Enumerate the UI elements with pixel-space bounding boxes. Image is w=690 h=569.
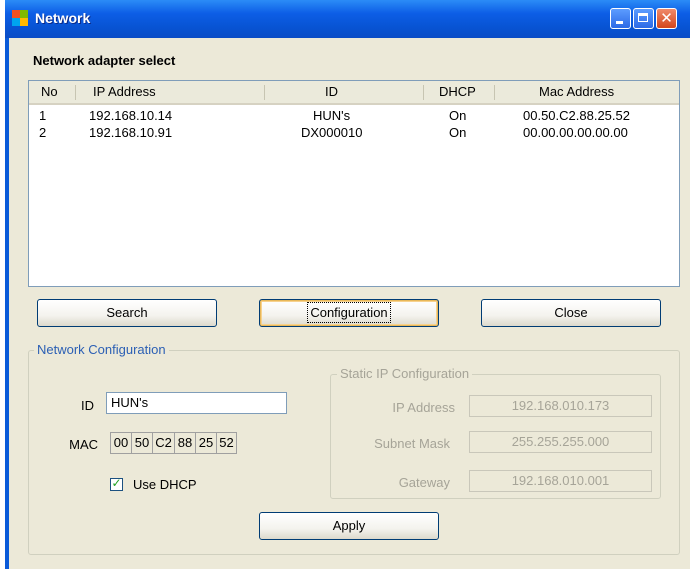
close-window-button[interactable]: ✕ — [656, 8, 677, 29]
column-header-ip[interactable]: IP Address — [93, 81, 156, 103]
id-input[interactable]: HUN's — [106, 392, 287, 414]
column-header-id[interactable]: ID — [325, 81, 338, 103]
gateway-input[interactable]: 192.168.010.001 — [469, 470, 652, 492]
use-dhcp-checkbox[interactable]: ✓ — [110, 476, 123, 491]
column-divider[interactable] — [264, 85, 265, 100]
cell-mac: 00.00.00.00.00.00 — [523, 125, 628, 140]
minimize-button[interactable] — [610, 8, 631, 29]
column-divider[interactable] — [494, 85, 495, 100]
ip-address-input[interactable]: 192.168.010.173 — [469, 395, 652, 417]
static-ip-title: Static IP Configuration — [337, 366, 473, 381]
apply-button-label: Apply — [332, 518, 366, 533]
network-app-icon — [12, 10, 28, 26]
window-title: Network — [35, 10, 91, 26]
use-dhcp-label[interactable]: Use DHCP — [133, 477, 197, 492]
ip-address-label: IP Address — [392, 400, 455, 415]
column-divider[interactable] — [75, 85, 76, 100]
mac-label: MAC — [69, 437, 98, 452]
column-header-dhcp[interactable]: DHCP — [439, 81, 476, 103]
network-configuration-title: Network Configuration — [34, 342, 169, 357]
configuration-button[interactable]: Configuration — [259, 299, 439, 327]
cell-id: DX000010 — [301, 125, 363, 140]
cell-ip: 192.168.10.14 — [89, 108, 173, 123]
column-header-no[interactable]: No — [41, 81, 58, 103]
adapter-list[interactable]: No IP Address ID DHCP Mac Address 1 192.… — [28, 80, 680, 287]
search-button-label: Search — [106, 305, 148, 320]
close-icon: ✕ — [660, 9, 673, 27]
mac-octet[interactable]: 50 — [131, 432, 152, 454]
title-bar[interactable]: Network ✕ — [5, 0, 690, 38]
configuration-button-label: Configuration — [307, 302, 391, 323]
cell-no: 1 — [39, 108, 47, 123]
id-label: ID — [81, 398, 94, 413]
close-button[interactable]: Close — [481, 299, 661, 327]
column-divider[interactable] — [423, 85, 424, 100]
cell-mac: 00.50.C2.88.25.52 — [523, 108, 630, 123]
list-row[interactable]: 2 192.168.10.91 DX000010 On 00.00.00.00.… — [29, 124, 679, 141]
search-button[interactable]: Search — [37, 299, 217, 327]
maximize-button[interactable] — [633, 8, 654, 29]
gateway-label: Gateway — [398, 475, 450, 490]
close-button-label: Close — [554, 305, 588, 320]
mac-octet[interactable]: 52 — [216, 432, 237, 454]
mac-octet[interactable]: 25 — [195, 432, 216, 454]
list-header: No IP Address ID DHCP Mac Address — [29, 81, 679, 105]
cell-no: 2 — [39, 125, 47, 140]
mac-octet[interactable]: 00 — [110, 432, 131, 454]
subnet-mask-input[interactable]: 255.255.255.000 — [469, 431, 652, 453]
list-row[interactable]: 1 192.168.10.14 HUN's On 00.50.C2.88.25.… — [29, 107, 679, 124]
mac-octet[interactable]: C2 — [152, 432, 174, 454]
column-header-mac[interactable]: Mac Address — [539, 81, 614, 103]
checkmark-icon: ✓ — [111, 476, 122, 490]
cell-id: HUN's — [313, 108, 351, 123]
subnet-mask-label: Subnet Mask — [374, 436, 450, 451]
cell-dhcp: On — [449, 108, 467, 123]
apply-button[interactable]: Apply — [259, 512, 439, 540]
mac-address-input[interactable]: 00 50 C2 88 25 52 — [110, 432, 237, 456]
mac-octet[interactable]: 88 — [174, 432, 195, 454]
cell-dhcp: On — [449, 125, 467, 140]
adapter-select-title: Network adapter select — [33, 53, 176, 68]
cell-ip: 192.168.10.91 — [89, 125, 173, 140]
